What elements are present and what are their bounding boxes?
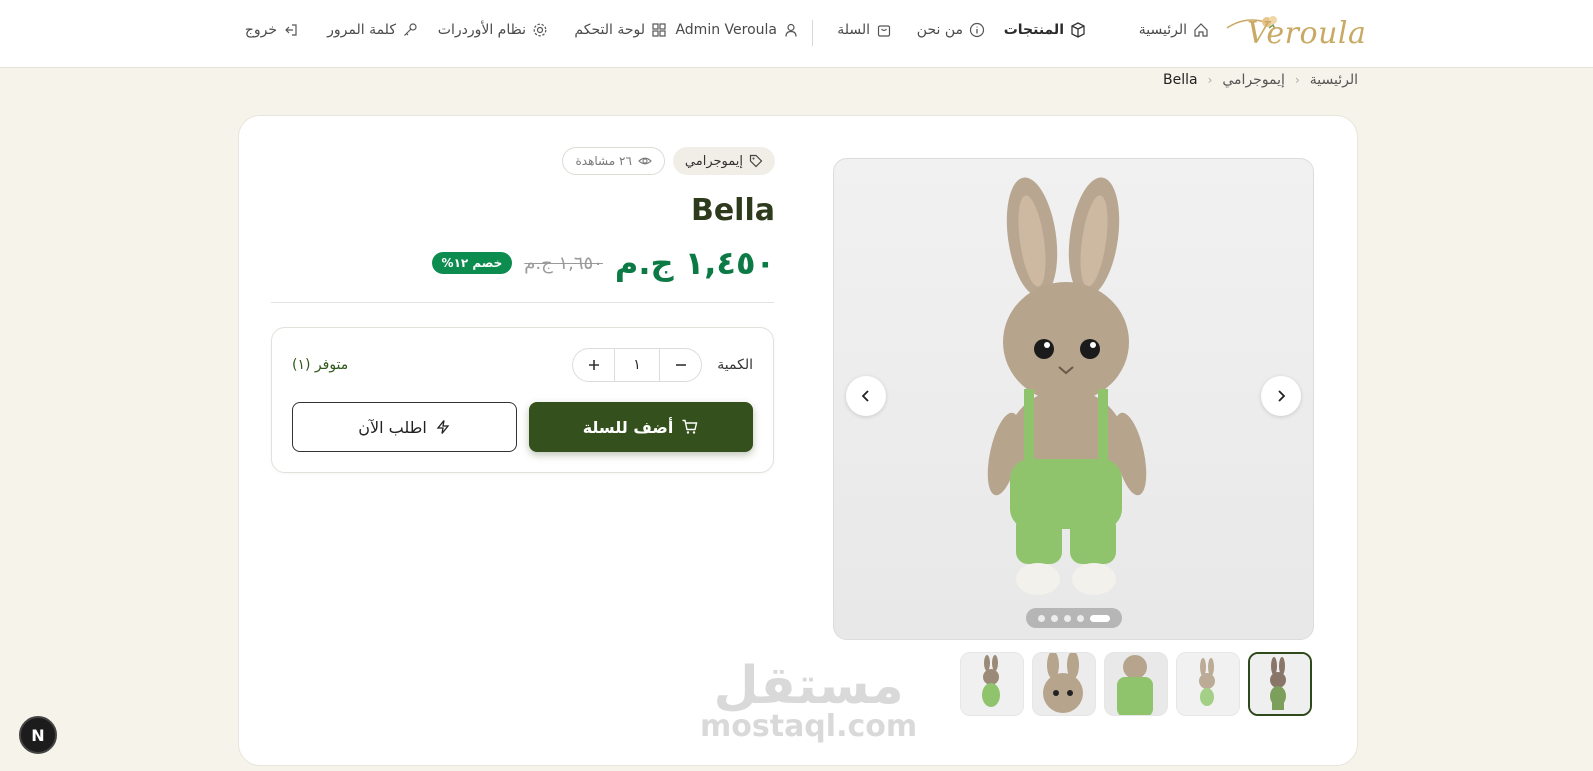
- nav-logout-label: خروج: [244, 22, 277, 38]
- nav-password[interactable]: كلمة المرور: [327, 22, 418, 38]
- chevron-left-icon: ‹: [1207, 73, 1213, 87]
- pagination-dot[interactable]: [1038, 614, 1045, 622]
- bunny-thumbnail-icon: [1177, 653, 1239, 715]
- thumbnail[interactable]: [1176, 652, 1240, 716]
- breadcrumb-current: Bella: [1163, 72, 1198, 88]
- pagination-dot[interactable]: [1077, 614, 1084, 622]
- nav-orders-label: نظام الأوردرات: [437, 22, 526, 38]
- nav-home-label: الرئيسية: [1138, 22, 1187, 38]
- chevron-left-icon: ‹: [1294, 73, 1300, 87]
- category-tag-label: إيموجرامي: [684, 153, 743, 169]
- tag-icon: [749, 154, 763, 168]
- nav-user[interactable]: Admin Veroula: [675, 22, 799, 38]
- image-pagination: [1026, 608, 1122, 628]
- logo-text: Veroula: [1247, 16, 1367, 51]
- nav-orders[interactable]: نظام الأوردرات: [438, 22, 548, 38]
- product-main-image[interactable]: [833, 158, 1314, 640]
- brand-logo[interactable]: Veroula: [1225, 8, 1366, 58]
- price-row: ١,٤٥٠ ج.م ١,٦٥٠ ج.م خصم ١٢%: [431, 244, 775, 282]
- nav-products[interactable]: المنتجات: [1004, 22, 1086, 38]
- views-count: ٢٦ مشاهدة: [575, 154, 632, 168]
- eye-icon: [638, 157, 652, 165]
- pagination-dot[interactable]: [1064, 614, 1071, 622]
- bunny-thumbnail-icon: [1033, 653, 1095, 715]
- lightning-icon: [436, 420, 450, 434]
- watermark-arabic: مستقل: [713, 656, 904, 716]
- nav-about-label: من نحن: [916, 22, 963, 38]
- discount-badge: خصم ١٢%: [431, 252, 513, 274]
- nav-about[interactable]: من نحن: [917, 22, 985, 38]
- bunny-thumbnail-icon: [961, 653, 1023, 715]
- watermark-latin: mostaql.com: [700, 709, 918, 744]
- nav-password-label: كلمة المرور: [327, 22, 396, 38]
- chevron-right-icon: [1278, 390, 1286, 402]
- decrease-quantity-button[interactable]: [660, 349, 701, 381]
- thumbnail[interactable]: [1104, 652, 1168, 716]
- section-divider: [271, 302, 774, 303]
- quantity-value[interactable]: ١: [614, 349, 660, 381]
- watermark: مستقل mostaql.com: [700, 660, 917, 742]
- old-price: ١,٦٥٠ ج.م: [524, 252, 603, 274]
- increase-quantity-button[interactable]: [573, 349, 614, 381]
- gear-icon: [533, 23, 547, 37]
- nav-user-label: Admin Veroula: [675, 22, 777, 38]
- bunny-thumbnail-icon: [1250, 654, 1310, 714]
- quantity-label: الكمية: [717, 357, 753, 373]
- pagination-dot[interactable]: [1051, 614, 1058, 622]
- thumbnail-strip: [960, 652, 1312, 716]
- key-icon: [404, 23, 417, 36]
- nav-logout[interactable]: خروج: [245, 22, 299, 38]
- order-now-label: اطلب الآن: [358, 417, 427, 437]
- nav-dashboard[interactable]: لوحة التحكم: [574, 22, 667, 38]
- bunny-toy-image: [987, 177, 1147, 595]
- purchase-box: الكمية ١ متوفر (١) أضف للسلة اطلب الآن: [271, 327, 774, 473]
- thumbnail[interactable]: [960, 652, 1024, 716]
- nav-cart[interactable]: السلة: [837, 22, 892, 38]
- breadcrumb: الرئيسية ‹ إيموجرامي ‹ Bella: [1163, 72, 1358, 88]
- current-price: ١,٤٥٠ ج.م: [614, 244, 775, 282]
- home-icon: [1194, 23, 1208, 37]
- bunny-thumbnail-icon: [1105, 653, 1167, 715]
- plus-icon: [588, 360, 599, 370]
- prev-image-button[interactable]: [846, 376, 886, 416]
- top-navbar: Veroula الرئيسية المنتجات من نحن السلة A…: [0, 0, 1593, 68]
- logout-icon: [285, 24, 297, 36]
- thumbnail[interactable]: [1032, 652, 1096, 716]
- thumbnail[interactable]: [1248, 652, 1312, 716]
- pagination-dot-active[interactable]: [1090, 614, 1110, 622]
- nav-divider: [812, 20, 813, 46]
- stock-status: متوفر (١): [292, 357, 349, 373]
- grid-icon: [652, 23, 666, 37]
- product-meta: إيموجرامي ٢٦ مشاهدة: [562, 147, 775, 175]
- nav-products-label: المنتجات: [1003, 22, 1064, 38]
- box-icon: [1071, 22, 1085, 38]
- next-image-button[interactable]: [1261, 376, 1301, 416]
- add-to-cart-label: أضف للسلة: [582, 417, 674, 437]
- category-tag[interactable]: إيموجرامي: [672, 147, 775, 175]
- add-to-cart-button[interactable]: أضف للسلة: [529, 402, 753, 452]
- nav-cart-label: السلة: [837, 22, 870, 38]
- order-now-button[interactable]: اطلب الآن: [292, 402, 517, 452]
- chevron-left-icon: [861, 390, 869, 402]
- user-icon: [785, 23, 797, 37]
- minus-icon: [675, 364, 686, 366]
- breadcrumb-category[interactable]: إيموجرامي: [1222, 72, 1285, 88]
- views-badge: ٢٦ مشاهدة: [562, 147, 665, 175]
- nav-home[interactable]: الرئيسية: [1139, 22, 1209, 38]
- breadcrumb-home[interactable]: الرئيسية: [1310, 72, 1358, 88]
- cart-icon: [682, 419, 698, 434]
- nav-dashboard-label: لوحة التحكم: [574, 22, 645, 38]
- dev-tools-badge[interactable]: N: [19, 716, 57, 754]
- quantity-stepper: ١: [572, 348, 702, 382]
- product-title: Bella: [690, 193, 775, 228]
- info-icon: [969, 22, 985, 38]
- bag-icon: [877, 25, 891, 37]
